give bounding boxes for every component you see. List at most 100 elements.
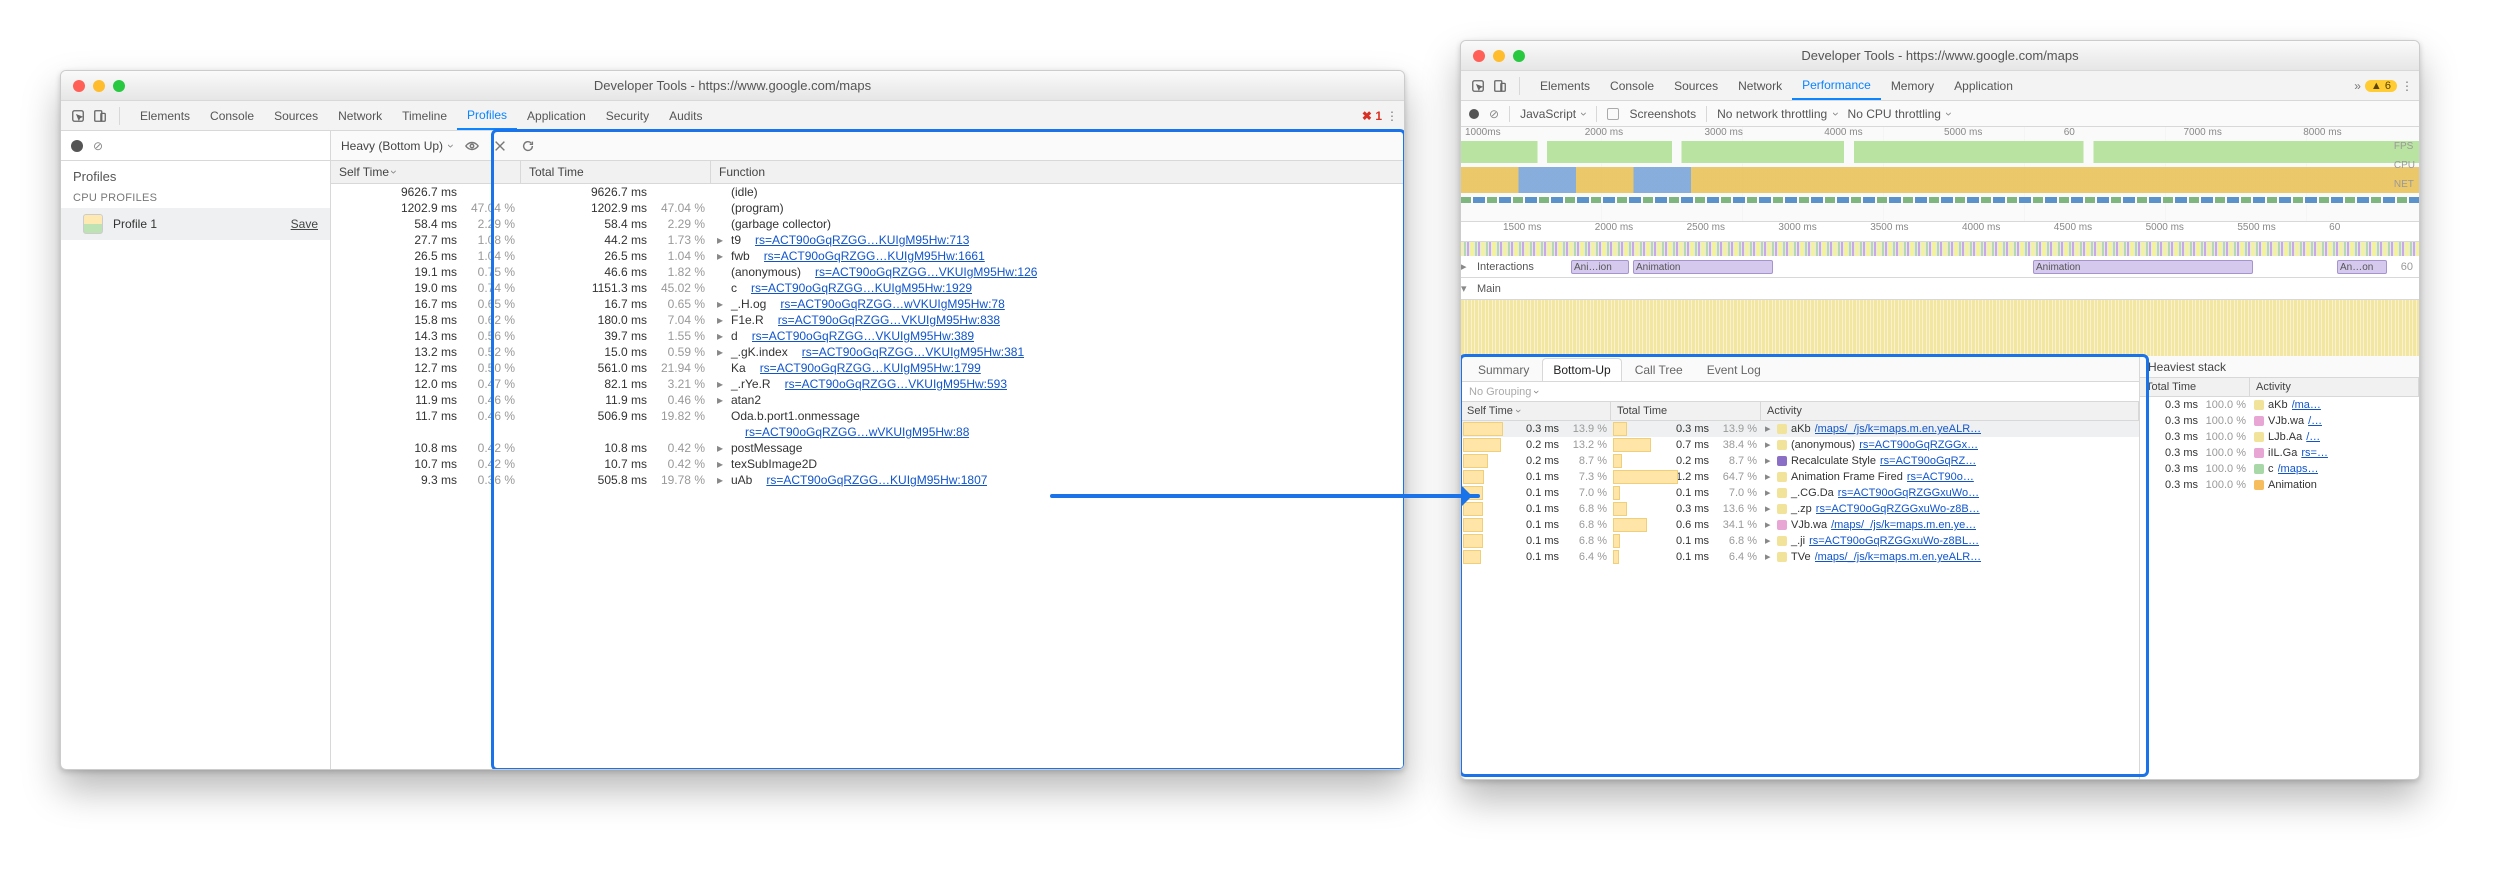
device-toggle-icon[interactable] [91, 107, 109, 125]
table-row[interactable]: 12.7 ms0.50 %561.0 ms21.94 %Kars=ACT90oG… [331, 360, 1404, 376]
zoom-icon[interactable] [113, 80, 125, 92]
source-link[interactable]: rs=ACT90oGqRZGG…KUIgM95Hw:1929 [751, 280, 972, 296]
inspect-icon[interactable] [69, 107, 87, 125]
table-row[interactable]: 15.8 ms0.62 %180.0 ms7.04 %▸F1e.Rrs=ACT9… [331, 312, 1404, 328]
overview-timeline[interactable]: 1000ms2000 ms3000 ms4000 ms5000 ms607000… [1461, 127, 2419, 222]
col-activity[interactable]: Activity [1761, 402, 2139, 420]
warn-badge[interactable]: ▲ 6 [2365, 80, 2397, 92]
table-row[interactable]: 12.0 ms0.47 %82.1 ms3.21 %▸_.rYe.Rrs=ACT… [331, 376, 1404, 392]
source-link[interactable]: /maps/_/js/k=maps.m.en.yeALR… [1815, 421, 1982, 437]
col-self-time[interactable]: Self Time [1461, 402, 1611, 420]
focus-icon[interactable] [463, 137, 481, 155]
source-link[interactable]: rs=ACT90oGqRZGG…VKUIgM95Hw:381 [802, 344, 1024, 360]
source-link[interactable]: rs=ACT90o… [1907, 469, 1974, 485]
close-icon[interactable] [1473, 50, 1485, 62]
table-row[interactable]: 0.3 ms100.0 %c/maps… [2140, 461, 2419, 477]
tab-memory[interactable]: Memory [1881, 71, 1944, 100]
kebab-menu-icon[interactable]: ⋮ [2401, 79, 2411, 93]
table-row[interactable]: 10.7 ms0.42 %10.7 ms0.42 %▸texSubImage2D [331, 456, 1404, 472]
table-row[interactable]: 11.9 ms0.46 %11.9 ms0.46 %▸atan2 [331, 392, 1404, 408]
col-total-time[interactable]: Total Time [521, 161, 711, 183]
table-row[interactable]: 0.1 ms7.0 %0.1 ms7.0 %▸_.CG.Dars=ACT90oG… [1461, 485, 2139, 501]
col-total-time[interactable]: Total Time [1611, 402, 1761, 420]
record-icon[interactable] [71, 140, 83, 152]
view-mode-select[interactable]: Heavy (Bottom Up) [341, 139, 453, 153]
source-link[interactable]: rs=ACT90oGqRZGG…KUIgM95Hw:1807 [766, 472, 987, 488]
source-link[interactable]: /maps… [2278, 461, 2319, 477]
table-row[interactable]: 0.2 ms13.2 %0.7 ms38.4 %▸(anonymous)rs=A… [1461, 437, 2139, 453]
tab-profiles[interactable]: Profiles [457, 101, 517, 130]
tab-elements[interactable]: Elements [1530, 71, 1600, 100]
table-row[interactable]: 0.3 ms100.0 %iIL.Gars=… [2140, 445, 2419, 461]
record-icon[interactable] [1469, 109, 1479, 119]
clear-icon[interactable]: ⊘ [1489, 107, 1499, 121]
tab-performance[interactable]: Performance [1792, 71, 1881, 100]
table-row[interactable]: 9626.7 ms9626.7 ms(idle) [331, 184, 1404, 200]
tab-audits[interactable]: Audits [659, 101, 712, 130]
table-row[interactable]: 13.2 ms0.52 %15.0 ms0.59 %▸_.gK.indexrs=… [331, 344, 1404, 360]
source-link[interactable]: rs=ACT90oGqRZGG…KUIgM95Hw:1661 [764, 248, 985, 264]
source-link[interactable]: rs=ACT90oGqRZGG…wVKUIgM95Hw:78 [780, 296, 1004, 312]
source-link[interactable]: /maps/_/js/k=maps.m.en.yeALR… [1815, 549, 1982, 565]
table-row[interactable]: 26.5 ms1.04 %26.5 ms1.04 %▸fwbrs=ACT90oG… [331, 248, 1404, 264]
table-row[interactable]: 0.3 ms100.0 %Animation [2140, 477, 2419, 493]
net-throttle-select[interactable]: No network throttling [1717, 107, 1837, 121]
minimize-icon[interactable] [1493, 50, 1505, 62]
scope-select[interactable]: JavaScript [1520, 107, 1586, 121]
reload-icon[interactable] [519, 137, 537, 155]
table-row[interactable]: 27.7 ms1.08 %44.2 ms1.73 %▸t9rs=ACT90oGq… [331, 232, 1404, 248]
source-link[interactable]: rs=ACT90oGqRZGG…VKUIgM95Hw:126 [815, 264, 1037, 280]
table-row[interactable]: 0.3 ms100.0 %aKb/ma… [2140, 397, 2419, 413]
table-row[interactable]: 0.1 ms6.4 %0.1 ms6.4 %▸TVe/maps/_/js/k=m… [1461, 549, 2139, 565]
more-tabs-icon[interactable]: » [2354, 79, 2361, 93]
source-link[interactable]: /ma… [2292, 397, 2321, 413]
source-link[interactable]: rs=ACT90oGqRZGG…KUIgM95Hw:713 [755, 232, 969, 248]
kebab-menu-icon[interactable]: ⋮ [1386, 109, 1396, 123]
source-link[interactable]: rs=ACT90oGqRZGGx… [1859, 437, 1978, 453]
source-link[interactable]: rs=ACT90oGqRZ… [1880, 453, 1976, 469]
source-link[interactable]: rs=ACT90oGqRZGGxuWo-z8BL… [1809, 533, 1979, 549]
table-row[interactable]: 0.3 ms13.9 %0.3 ms13.9 %▸aKb/maps/_/js/k… [1461, 421, 2139, 437]
profile-item[interactable]: Profile 1 Save [61, 208, 330, 240]
table-row[interactable]: 0.1 ms6.8 %0.6 ms34.1 %▸VJb.wa/maps/_/js… [1461, 517, 2139, 533]
source-link[interactable]: rs=ACT90oGqRZGG…wVKUIgM95Hw:88 [745, 424, 969, 440]
table-row[interactable]: 19.0 ms0.74 %1151.3 ms45.02 %crs=ACT90oG… [331, 280, 1404, 296]
error-badge[interactable]: ✖ 1 [1362, 109, 1382, 123]
main-track[interactable]: ▾ Main [1461, 278, 2419, 300]
source-link[interactable]: rs=ACT90oGqRZGGxuWo… [1838, 485, 1979, 501]
exclude-icon[interactable] [491, 137, 509, 155]
bottom-tab-summary[interactable]: Summary [1467, 358, 1540, 381]
source-link[interactable]: rs=… [2301, 445, 2328, 461]
tab-security[interactable]: Security [596, 101, 659, 130]
tab-elements[interactable]: Elements [130, 101, 200, 130]
source-link[interactable]: rs=ACT90oGqRZGGxuWo-z8B… [1816, 501, 1980, 517]
table-row[interactable]: 16.7 ms0.65 %16.7 ms0.65 %▸_.H.ogrs=ACT9… [331, 296, 1404, 312]
zoom-icon[interactable] [1513, 50, 1525, 62]
table-row[interactable]: 0.1 ms6.8 %0.3 ms13.6 %▸_.zprs=ACT90oGqR… [1461, 501, 2139, 517]
screenshots-checkbox[interactable] [1607, 108, 1619, 120]
source-link[interactable]: rs=ACT90oGqRZGG…KUIgM95Hw:1799 [760, 360, 981, 376]
table-row[interactable]: 0.1 ms6.8 %0.1 ms6.8 %▸_.jirs=ACT90oGqRZ… [1461, 533, 2139, 549]
hs-col-activity[interactable]: Activity [2250, 378, 2419, 396]
tab-sources[interactable]: Sources [264, 101, 328, 130]
source-link[interactable]: rs=ACT90oGqRZGG…VKUIgM95Hw:838 [778, 312, 1000, 328]
source-link[interactable]: /… [2306, 429, 2320, 445]
tab-console[interactable]: Console [1600, 71, 1664, 100]
minimize-icon[interactable] [93, 80, 105, 92]
source-link[interactable]: /maps/_/js/k=maps.m.en.ye… [1831, 517, 1976, 533]
table-row[interactable]: 58.4 ms2.29 %58.4 ms2.29 %(garbage colle… [331, 216, 1404, 232]
tab-network[interactable]: Network [328, 101, 392, 130]
device-toggle-icon[interactable] [1491, 77, 1509, 95]
bottom-tab-event-log[interactable]: Event Log [1696, 358, 1772, 381]
source-link[interactable]: /… [2308, 413, 2322, 429]
bottom-tab-call-tree[interactable]: Call Tree [1624, 358, 1694, 381]
grouping-select[interactable]: No Grouping [1461, 382, 2139, 402]
col-function[interactable]: Function [711, 161, 1404, 183]
save-profile-link[interactable]: Save [291, 217, 318, 231]
table-row[interactable]: 0.2 ms8.7 %0.2 ms8.7 %▸Recalculate Style… [1461, 453, 2139, 469]
source-link[interactable]: rs=ACT90oGqRZGG…VKUIgM95Hw:593 [785, 376, 1007, 392]
main-flame[interactable] [1461, 300, 2419, 356]
close-icon[interactable] [73, 80, 85, 92]
table-row[interactable]: 11.7 ms0.46 %506.9 ms19.82 %Oda.b.port1.… [331, 408, 1404, 424]
hs-col-total[interactable]: Total Time [2140, 378, 2250, 396]
